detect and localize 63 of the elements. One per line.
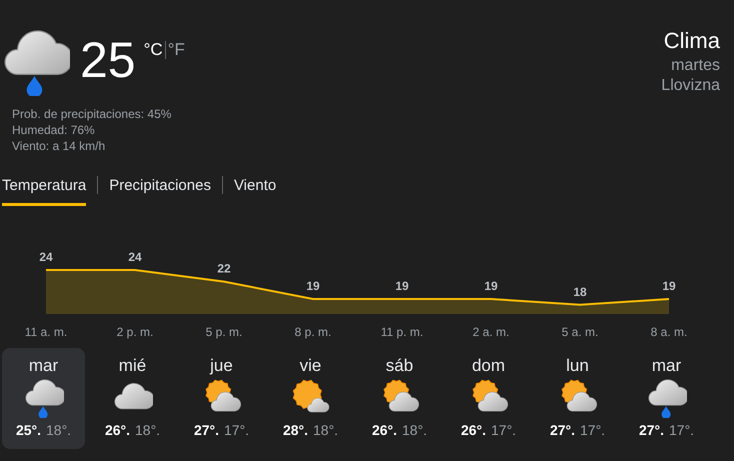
hour-label: 2 a. m.: [472, 325, 510, 339]
hour-label: 11 p. m.: [380, 325, 424, 339]
hour-label: 8 p. m.: [294, 325, 332, 339]
widget-title: Clima: [664, 28, 720, 54]
high-temperature: 26°.: [372, 422, 397, 438]
high-temperature: 27°.: [550, 422, 575, 438]
condition-text: Llovizna: [661, 76, 720, 96]
low-temperature: 18°.: [402, 422, 428, 438]
weather-detail: Humedad: 76%: [12, 122, 96, 138]
hour-label: 5 a. m.: [562, 325, 598, 339]
temperature-label: 24: [39, 250, 53, 264]
hour-label: 5 p. m.: [206, 325, 242, 339]
high-temperature: 26°.: [104, 422, 130, 438]
day-forecast[interactable]: mié 26°. 18°.: [91, 348, 174, 449]
day-forecast[interactable]: jue 27°. 17°.: [180, 348, 263, 449]
day-forecast[interactable]: dom 26°. 17°.: [447, 348, 530, 449]
temperature-label: 18: [573, 284, 587, 299]
day-name: martes: [671, 56, 720, 76]
weekday: mié: [118, 356, 146, 376]
tab[interactable]: Precipitaciones: [109, 176, 211, 206]
weather-detail: Prob. de precipitaciones: 45%: [12, 106, 172, 122]
high-temperature: 27°.: [638, 422, 664, 438]
unit-toggle[interactable]: °F: [166, 40, 187, 60]
high-temperature: 27°.: [194, 422, 219, 438]
high-temperature: 28°.: [282, 422, 308, 438]
hour-label: 2 p. m.: [116, 325, 154, 339]
temperature-label: 22: [217, 262, 231, 276]
rain-cloud-icon: [24, 378, 64, 418]
low-temperature: 17°.: [224, 422, 250, 438]
high-temperature: 26°.: [460, 422, 486, 438]
unit-toggle[interactable]: °C: [142, 40, 165, 60]
hour-label: 11 a. m.: [24, 325, 68, 339]
weekday: dom: [472, 356, 506, 376]
rain-cloud-icon: [2, 28, 70, 96]
low-temperature: 18°.: [313, 422, 338, 438]
tab[interactable]: Viento: [234, 176, 276, 206]
low-temperature: 17°.: [491, 422, 516, 438]
weekday: vie: [300, 356, 322, 376]
temperature-label: 19: [395, 279, 409, 293]
temperature-label: 19: [662, 279, 676, 293]
weekday: jue: [210, 356, 233, 376]
low-temperature: 17°.: [669, 422, 694, 438]
weekday: sáb: [386, 356, 414, 376]
day-forecast[interactable]: lun 27°. 17°.: [536, 348, 619, 449]
day-forecast[interactable]: vie 28°. 18°.: [269, 348, 352, 449]
hour-label: 8 a. m.: [650, 325, 688, 339]
day-forecast[interactable]: mar 27°. 17°.: [625, 348, 708, 449]
current-temperature: 25: [80, 31, 136, 90]
temperature-label: 19: [306, 279, 320, 293]
temperature-label: 19: [484, 279, 498, 293]
day-forecast[interactable]: sáb 26°. 18°.: [358, 348, 441, 449]
weekday: lun: [566, 356, 589, 376]
high-temperature: 25°.: [16, 422, 41, 438]
day-forecast[interactable]: mar 25°. 18°.: [2, 348, 85, 449]
tab[interactable]: Temperatura: [2, 176, 86, 206]
low-temperature: 18°.: [46, 422, 72, 438]
low-temperature: 18°.: [135, 422, 160, 438]
rain-cloud-icon: [646, 378, 686, 418]
low-temperature: 17°.: [580, 422, 606, 438]
weekday: mar: [28, 356, 58, 376]
weather-detail: Viento: a 14 km/h: [12, 138, 106, 154]
weekday: mar: [652, 356, 682, 376]
temperature-label: 24: [128, 250, 142, 264]
